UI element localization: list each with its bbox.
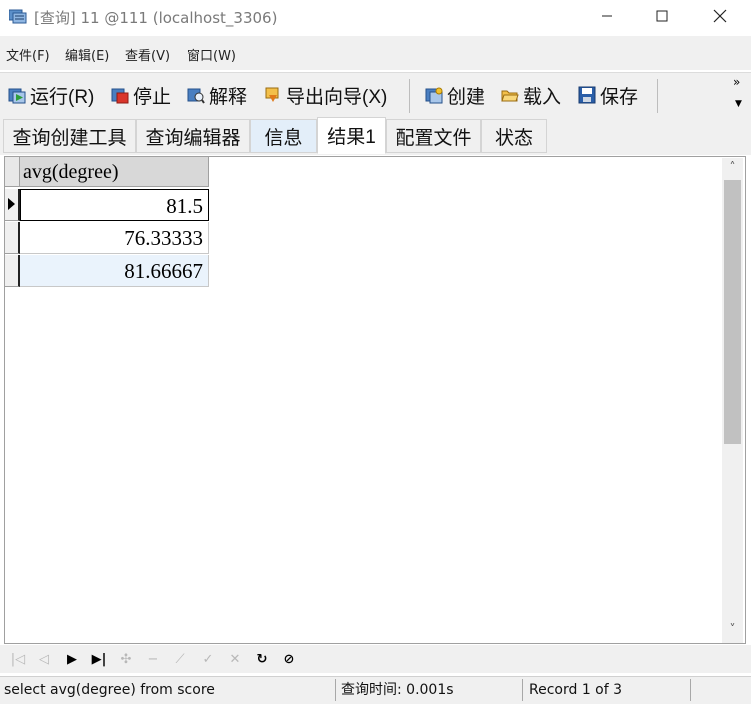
explain-label: 解释 [209,86,248,108]
create-icon [425,87,443,104]
tab-query-editor[interactable]: 查询编辑器 [136,119,250,153]
grid-cell[interactable]: 81.5 [20,189,209,221]
create-label: 创建 [447,86,486,108]
scroll-up-arrow-icon[interactable]: ˄ [722,160,743,180]
stop-refresh-icon[interactable]: ⊘ [279,649,299,669]
insert-record-icon[interactable]: ✣ [116,649,136,669]
refresh-icon[interactable]: ↻ [252,649,272,669]
folder-open-icon [501,90,519,102]
toolbar-overflow-button[interactable]: » [733,75,740,89]
save-icon [578,86,596,104]
tab-status[interactable]: 状态 [481,119,547,153]
row-indicator-current[interactable] [5,189,20,221]
menu-file[interactable]: 文件(F) [6,45,50,64]
maximize-icon [656,10,668,22]
edit-record-icon[interactable]: ⟋ [170,649,190,669]
grid-cell[interactable]: 76.33333 [20,222,209,254]
status-bar: select avg(degree) from score 查询时间: 0.00… [0,676,751,704]
next-record-icon[interactable]: ▶ [62,649,82,669]
explain-button[interactable]: 解释 [187,81,247,109]
explain-icon [187,88,205,104]
menu-view[interactable]: 查看(V) [125,45,170,64]
record-navigator: |◁ ◁ ▶ ▶| ✣ − ⟋ ✓ ✕ ↻ ⊘ [0,645,751,673]
menu-window[interactable]: 窗口(W) [187,45,236,64]
tab-query-builder[interactable]: 查询创建工具 [3,119,136,153]
export-icon [265,87,279,102]
column-header-avg-degree[interactable]: avg(degree) [20,157,209,187]
minimize-icon [602,15,612,17]
toolbar: 运行(R) 停止 解释 导出向导(X) 创建 载入 保存 » ▼ [0,72,751,117]
row-indicator[interactable] [5,255,20,287]
current-row-arrow-icon [8,198,15,210]
toolbar-dropdown-arrow-icon[interactable]: ▼ [735,99,742,109]
previous-record-icon[interactable]: ◁ [34,649,54,669]
status-separator [690,679,691,701]
close-icon [713,9,727,23]
stop-label: 停止 [133,86,172,108]
status-sql: select avg(degree) from score [4,682,215,698]
load-label: 载入 [523,86,562,108]
maximize-button[interactable] [640,0,684,32]
save-label: 保存 [600,86,639,108]
delete-record-icon[interactable]: − [143,649,163,669]
create-button[interactable]: 创建 [425,81,485,109]
menu-edit[interactable]: 编辑(E) [65,45,109,64]
export-wizard-label: 导出向导(X) [286,86,388,108]
tab-result-1[interactable]: 结果1 [317,117,386,154]
stop-button[interactable]: 停止 [111,81,171,109]
menu-bar: 文件(F) 编辑(E) 查看(V) 窗口(W) [0,36,751,70]
toolbar-separator [409,79,410,113]
grid-cell[interactable]: 81.66667 [20,255,209,287]
close-button[interactable] [698,0,742,32]
row-indicator[interactable] [5,222,20,254]
run-button[interactable]: 运行(R) [8,81,94,109]
save-button[interactable]: 保存 [578,81,638,109]
last-record-icon[interactable]: ▶| [89,649,109,669]
status-query-time: 查询时间: 0.001s [341,682,454,698]
grid-corner [5,157,20,187]
status-record: Record 1 of 3 [529,682,623,698]
status-separator [335,679,336,701]
tab-info[interactable]: 信息 [250,119,317,153]
first-record-icon[interactable]: |◁ [8,649,28,669]
load-button[interactable]: 载入 [501,81,561,109]
run-icon [8,88,26,104]
query-window-icon [9,9,27,24]
scrollbar-thumb[interactable] [724,180,741,444]
export-wizard-button[interactable]: 导出向导(X) [264,81,387,109]
run-label: 运行(R) [30,86,95,108]
stop-icon [111,88,129,104]
toolbar-separator [657,79,658,113]
apply-changes-icon[interactable]: ✓ [198,649,218,669]
tab-bar: 查询创建工具 查询编辑器 信息 结果1 配置文件 状态 [0,117,751,155]
minimize-button[interactable] [585,0,629,32]
scroll-down-arrow-icon[interactable]: ˅ [722,622,743,642]
status-separator [522,679,523,701]
tab-profile[interactable]: 配置文件 [386,119,481,153]
discard-changes-icon[interactable]: ✕ [225,649,245,669]
window-title: [查询] 11 @111 (localhost_3306) [34,9,278,27]
title-bar: [查询] 11 @111 (localhost_3306) [0,0,751,34]
